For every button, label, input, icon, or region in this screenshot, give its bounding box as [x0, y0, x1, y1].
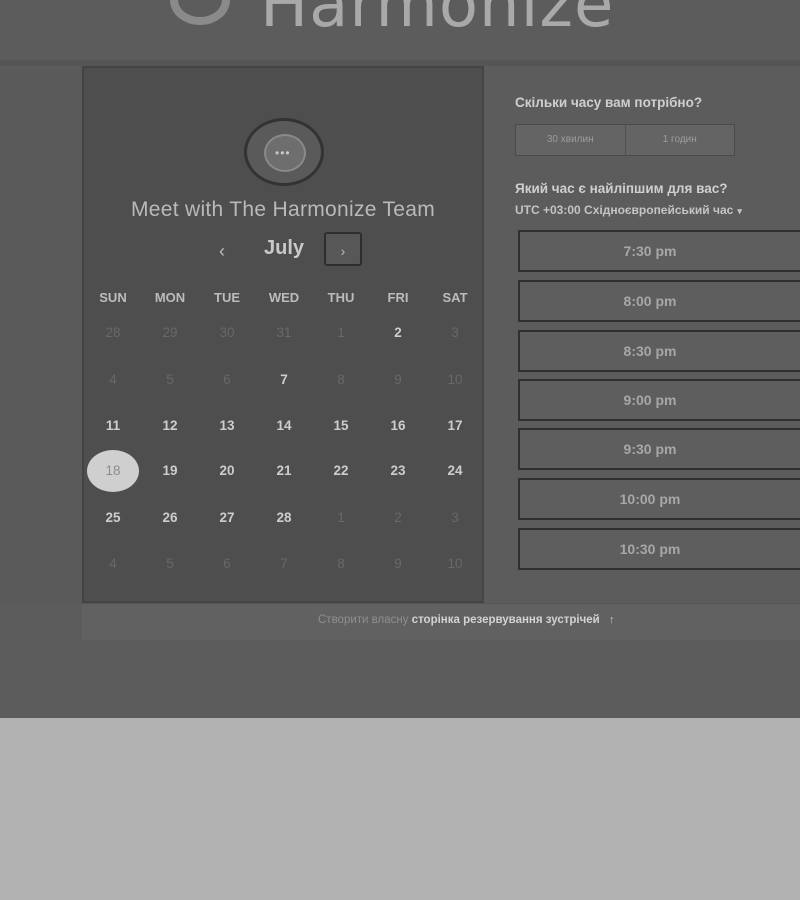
weekday-label: WED [268, 290, 300, 305]
chat-bubble-logo-icon [160, 0, 240, 35]
calendar-day: 28 [105, 325, 121, 340]
weekday-header: SUN MON TUE WED THU FRI SAT [84, 290, 482, 310]
calendar-day[interactable]: 17 [435, 411, 475, 441]
calendar-day: 6 [223, 556, 231, 571]
calendar-day: 5 [166, 556, 174, 571]
calendar-day: 6 [223, 372, 231, 387]
calendar-day[interactable]: 15 [321, 411, 361, 441]
calendar-day[interactable]: 2 [378, 318, 418, 348]
duration-option-1-hour[interactable]: 1 годин [624, 125, 735, 155]
calendar-title: Meet with The Harmonize Team [130, 198, 436, 221]
time-question: Який час є найліпшим для вас? [515, 181, 728, 196]
calendar-day: 7 [280, 556, 288, 571]
prev-month-button[interactable]: ‹ [210, 239, 234, 263]
calendar-day[interactable]: 28 [264, 503, 304, 533]
time-slot-button[interactable]: 9:30 pm [518, 428, 800, 470]
calendar-panel: ••• Meet with The Harmonize Team ‹ July … [82, 66, 484, 603]
calendar-day: 4 [109, 372, 117, 387]
calendar-day: 10 [447, 556, 463, 571]
calendar-day[interactable]: 21 [264, 456, 304, 486]
time-slot-button[interactable]: 8:00 pm [518, 280, 800, 322]
calendar-day-selected[interactable]: 18 [87, 450, 139, 492]
calendar-day[interactable]: 26 [150, 503, 190, 533]
calendar-day[interactable]: 24 [435, 456, 475, 486]
duration-option-30-min[interactable]: 30 хвилин [516, 125, 625, 155]
calendar-day: 30 [219, 325, 235, 340]
time-slot-button[interactable]: 10:00 pm [518, 478, 800, 520]
header-logo: Harmonize [160, 0, 614, 40]
calendar-day[interactable]: 13 [207, 411, 247, 441]
footer-cta: Створити власну сторінка резервування зу… [318, 614, 614, 626]
weekday-label: FRI [387, 290, 409, 305]
calendar-day: 5 [166, 372, 174, 387]
calendar-day[interactable]: 25 [93, 503, 133, 533]
month-label: July [263, 237, 305, 259]
timezone-dropdown[interactable]: UTC +03:00 Східноєвропейський час ▾ [515, 203, 742, 217]
footer-bar: Створити власну сторінка резервування зу… [82, 603, 800, 640]
brand-name: Harmonize [260, 0, 615, 42]
calendar-day: 2 [394, 510, 402, 525]
calendar-day: 4 [109, 556, 117, 571]
calendar-day: 29 [162, 325, 178, 340]
booking-panel: Скільки часу вам потрібно? 30 хвилин 1 г… [486, 68, 800, 601]
chevron-down-icon: ▾ [737, 206, 742, 216]
time-slot-button[interactable]: 7:30 pm [518, 230, 800, 272]
weekday-label: TUE [214, 290, 240, 305]
left-sidebar-strip [0, 68, 84, 603]
duration-selector: 30 хвилин 1 годин [515, 124, 735, 156]
weekday-label: MON [154, 290, 186, 305]
calendar-day: 1 [337, 510, 345, 525]
month-navigation: ‹ July › [84, 231, 482, 271]
time-slot-button[interactable]: 10:30 pm [518, 528, 800, 570]
calendar-day: 8 [337, 556, 345, 571]
time-slot-button[interactable]: 8:30 pm [518, 330, 800, 372]
next-month-button[interactable]: › [324, 232, 362, 266]
calendar-day: 9 [394, 372, 402, 387]
duration-question: Скільки часу вам потрібно? [515, 95, 703, 110]
calendar-day[interactable]: 19 [150, 456, 190, 486]
calendar-day: 10 [447, 372, 463, 387]
time-slot-button[interactable]: 9:00 pm [518, 379, 800, 421]
calendar-day[interactable]: 16 [378, 411, 418, 441]
weekday-label: SUN [99, 290, 127, 305]
weekday-label: THU [327, 290, 355, 305]
team-avatar: ••• [244, 118, 324, 186]
weekday-label: SAT [442, 290, 468, 305]
calendar-day: 8 [337, 372, 345, 387]
create-booking-page-link[interactable]: сторінка резервування зустрічей [412, 614, 600, 626]
calendar-day: 1 [337, 325, 345, 340]
calendar-day[interactable]: 12 [150, 411, 190, 441]
calendar-day[interactable]: 11 [93, 411, 133, 441]
timezone-label: UTC +03:00 Східноєвропейський час [515, 203, 734, 217]
calendar-day[interactable]: 22 [321, 456, 361, 486]
calendar-day[interactable]: 14 [264, 411, 304, 441]
calendar-day[interactable]: 27 [207, 503, 247, 533]
external-arrow-icon: ↑ [608, 614, 615, 626]
calendar-day: 3 [451, 510, 459, 525]
calendar-day: 31 [276, 325, 292, 340]
calendar-day[interactable]: 20 [207, 456, 247, 486]
calendar-day: 9 [394, 556, 402, 571]
calendar-day[interactable]: 7 [264, 365, 304, 395]
calendar-day: 3 [451, 325, 459, 340]
calendar-day[interactable]: 23 [378, 456, 418, 486]
footer-prefix: Створити власну [318, 614, 409, 626]
